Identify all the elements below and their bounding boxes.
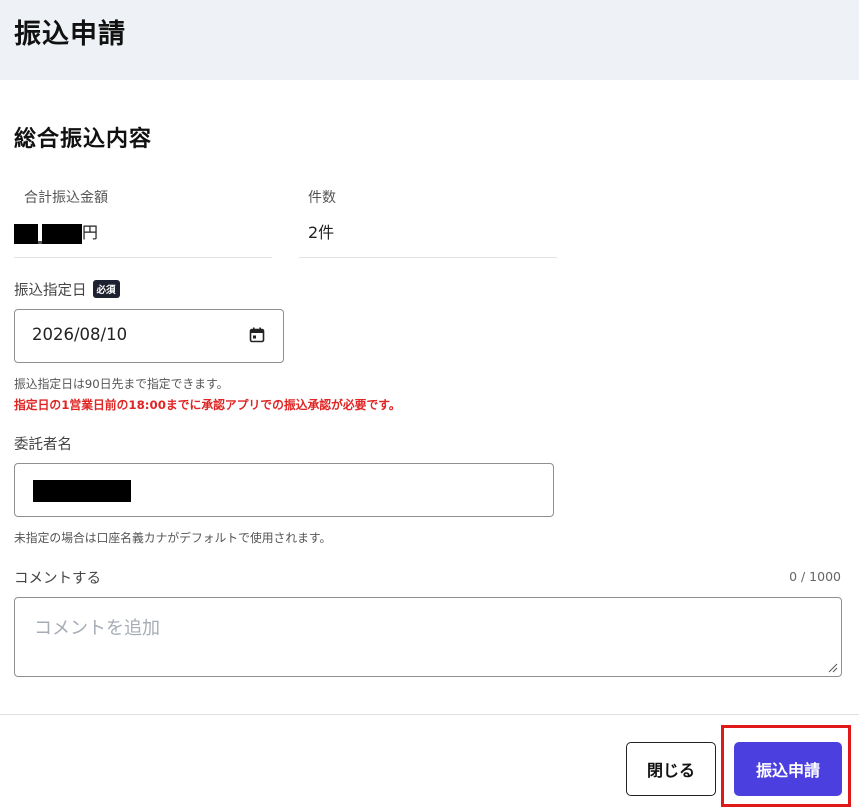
redacted-amount-part (14, 223, 38, 244)
comment-char-counter: 0 / 1000 (789, 569, 841, 584)
total-amount-value: 円 (14, 219, 98, 244)
comment-textarea[interactable]: コメントを追加 (14, 597, 842, 677)
resize-handle-icon[interactable] (828, 663, 838, 673)
comment-placeholder: コメントを追加 (34, 618, 160, 639)
redacted-amount-part (42, 223, 82, 244)
approval-deadline-warning: 指定日の1営業日前の18:00までに承認アプリでの振込承認が必要です。 (14, 398, 401, 412)
consignor-label: 委託者名 (14, 437, 72, 453)
transfer-date-value: 2026/08/10 (32, 325, 128, 344)
total-amount-label: 合計振込金額 (24, 190, 108, 206)
total-amount-summary: 合計振込金額 円 (14, 181, 272, 258)
consignor-name-input[interactable] (14, 463, 554, 517)
transfer-date-input[interactable]: 2026/08/10 (14, 309, 284, 363)
count-summary: 件数 2件 (299, 181, 557, 258)
currency-unit: 円 (82, 223, 99, 242)
count-label: 件数 (308, 190, 336, 206)
submit-transfer-button[interactable]: 振込申請 (734, 742, 842, 796)
transfer-date-label: 振込指定日 必須 (14, 279, 120, 300)
close-button[interactable]: 閉じる (626, 742, 716, 796)
calendar-icon[interactable] (249, 327, 265, 343)
required-badge: 必須 (92, 280, 120, 298)
page-header: 振込申請 (0, 0, 859, 80)
comment-label: コメントする (14, 571, 101, 587)
redacted-consignor-name (33, 480, 131, 502)
transfer-date-hint: 振込指定日は90日先まで指定できます。 (14, 377, 229, 391)
footer-divider (0, 714, 859, 715)
section-title: 総合振込内容 (14, 127, 153, 152)
count-value: 2件 (308, 223, 335, 242)
consignor-hint: 未指定の場合は口座名義カナがデフォルトで使用されます。 (14, 531, 332, 545)
transfer-date-label-text: 振込指定日 (14, 283, 87, 299)
page-title: 振込申請 (14, 19, 126, 50)
